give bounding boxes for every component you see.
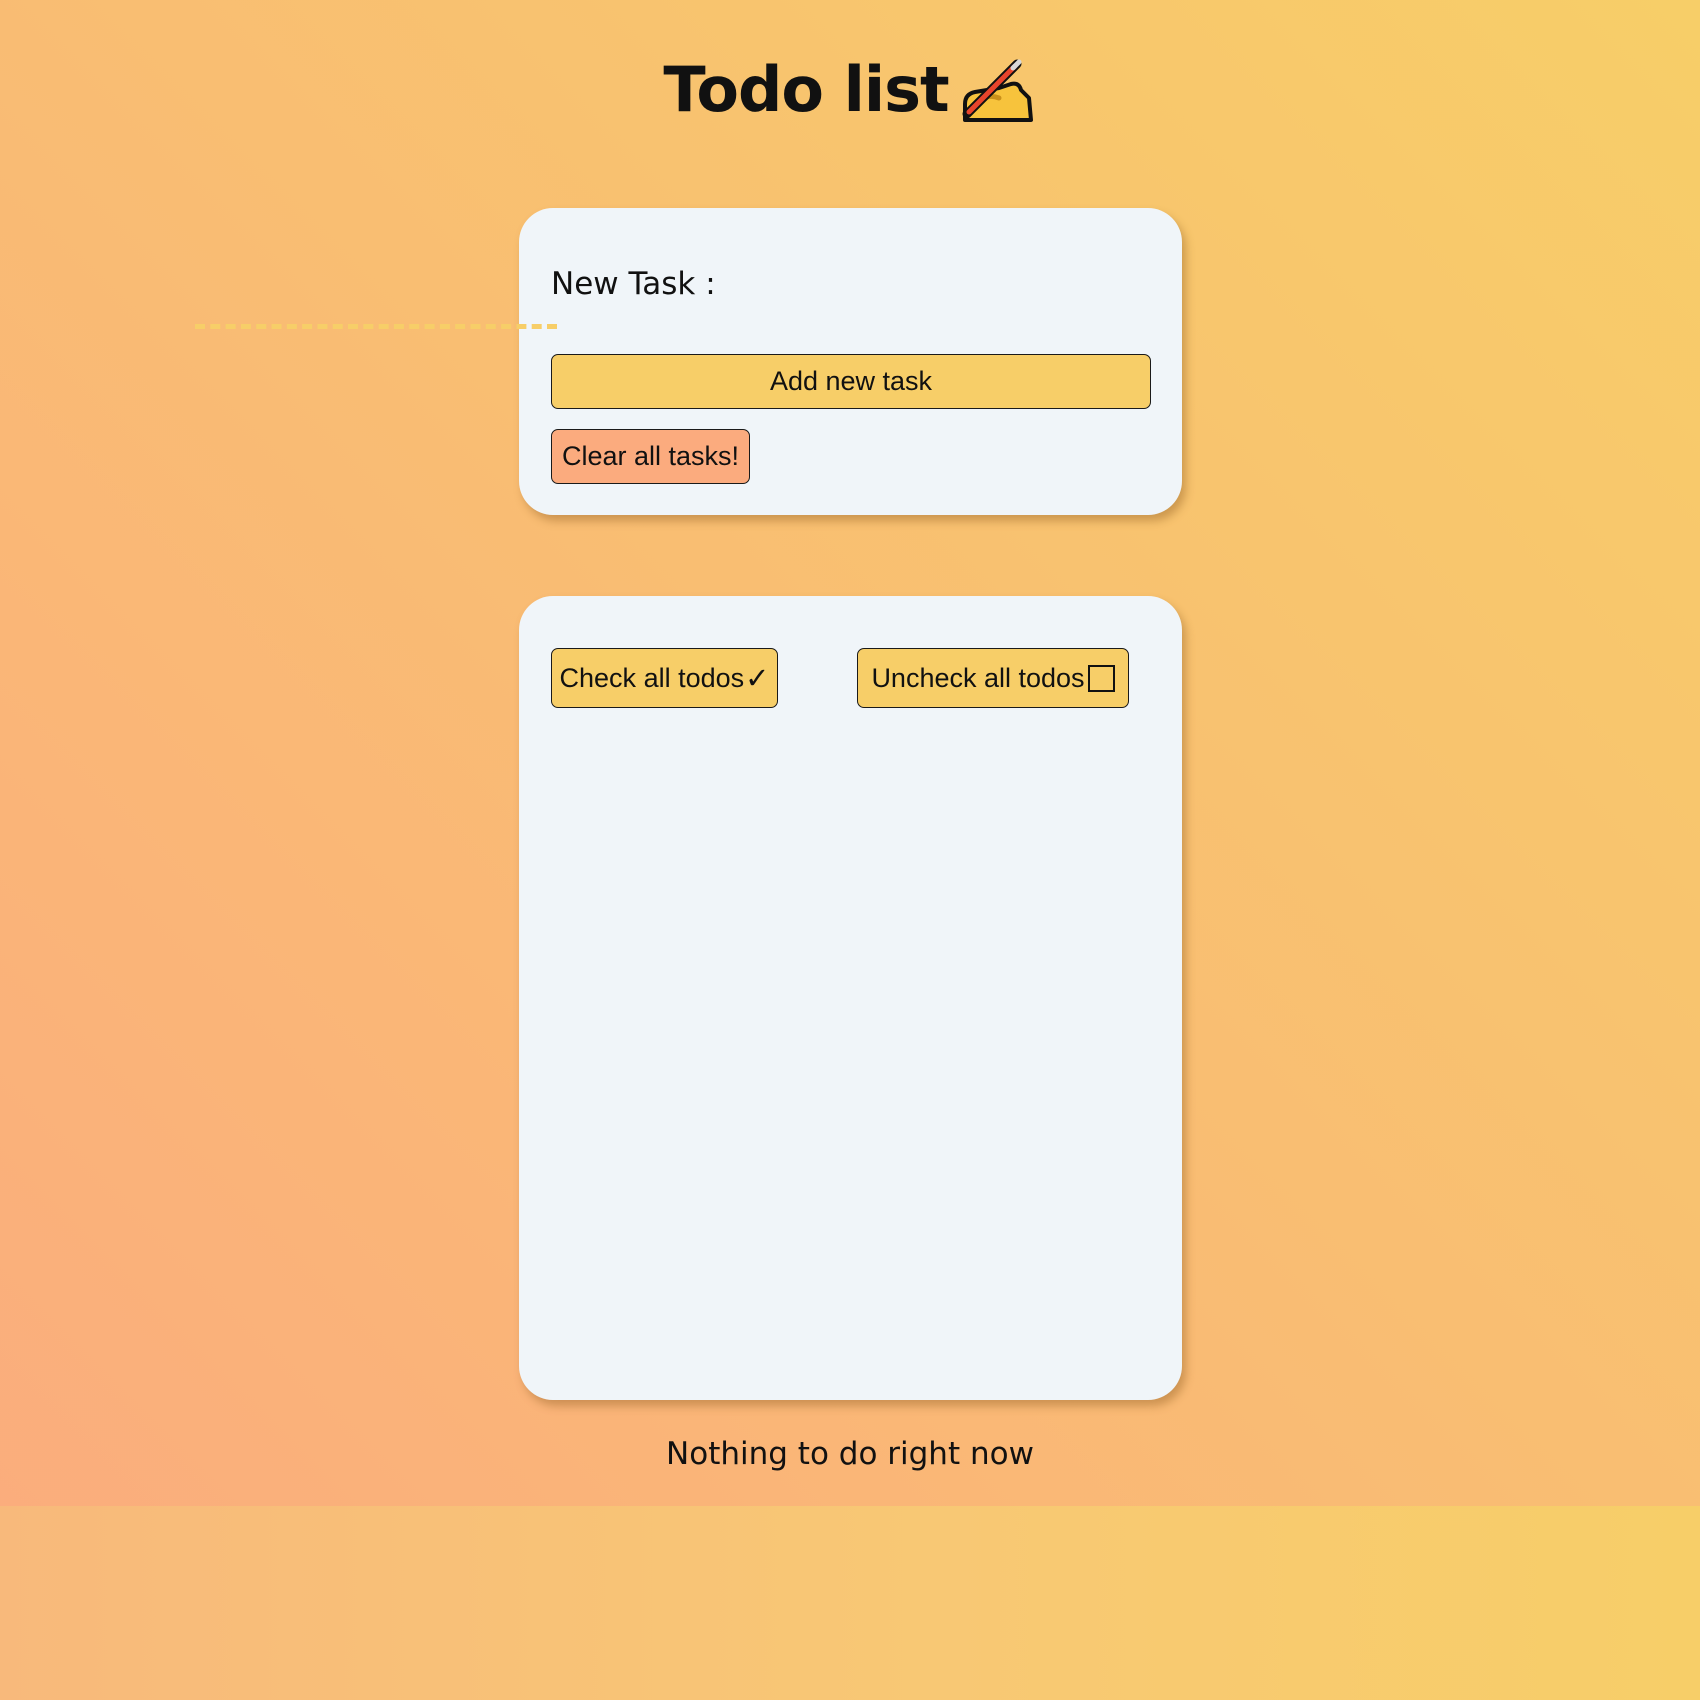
page-title: Todo list: [0, 52, 1700, 128]
check-all-todos-button[interactable]: Check all todos ✓: [551, 648, 778, 708]
uncheck-all-todos-label: Uncheck all todos: [871, 662, 1085, 693]
check-all-todos-label: Check all todos: [559, 662, 745, 693]
page-title-text: Todo list: [663, 53, 949, 126]
add-task-button[interactable]: Add new task: [551, 354, 1151, 409]
todo-list-card: Check all todos ✓ Uncheck all todos: [519, 596, 1182, 1400]
writing-hand-icon: [959, 54, 1037, 126]
empty-state-message: Nothing to do right now: [666, 1436, 1034, 1472]
new-task-card: New Task : Add new task Clear all tasks!: [519, 208, 1182, 515]
uncheck-all-todos-button[interactable]: Uncheck all todos: [857, 648, 1129, 708]
new-task-input[interactable]: [195, 288, 557, 329]
empty-checkbox-icon: [1087, 664, 1115, 692]
page-background-lower: [0, 1506, 1700, 1700]
check-mark-icon: ✓: [745, 662, 770, 695]
clear-all-tasks-button[interactable]: Clear all tasks!: [551, 429, 750, 484]
new-task-label: New Task :: [551, 266, 716, 302]
